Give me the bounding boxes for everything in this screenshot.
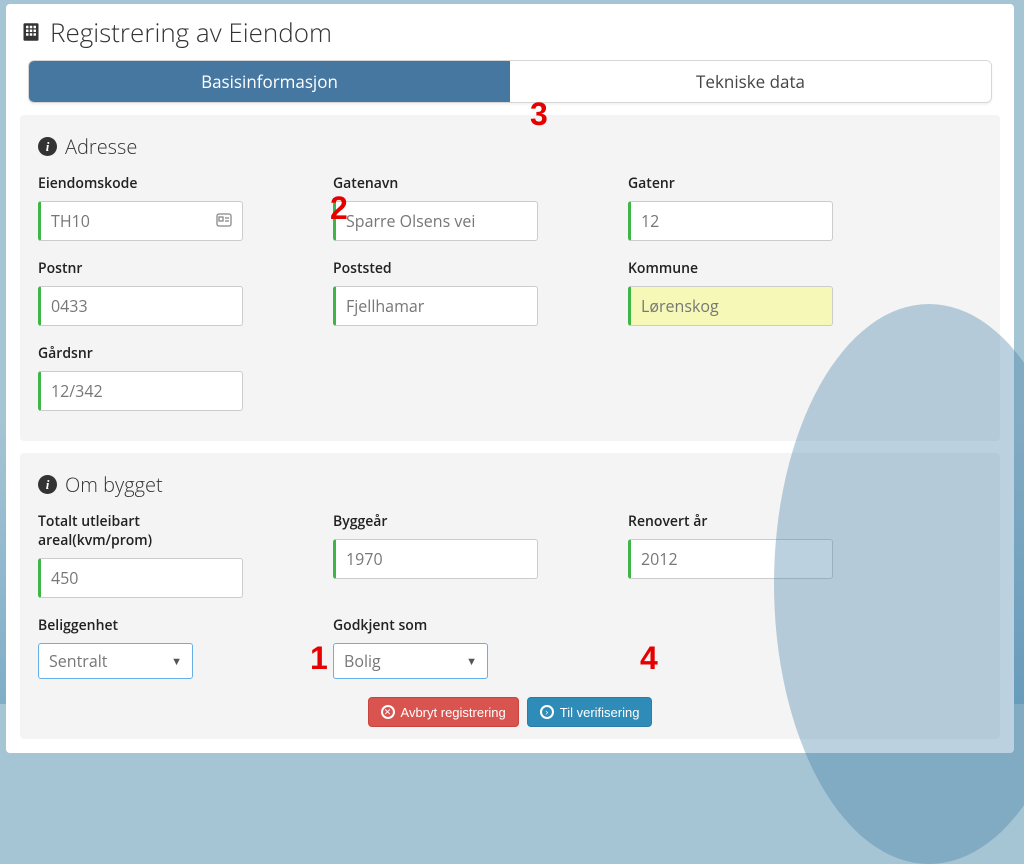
renovert-input[interactable]: 2012 <box>628 539 833 579</box>
tab-tekniske-data[interactable]: Tekniske data <box>510 61 991 102</box>
gatenr-label: Gatenr <box>628 174 833 193</box>
section-om-bygget: i Om bygget Totalt utleibart areal(kvm/p… <box>20 453 1000 739</box>
chevron-down-icon: ▼ <box>171 654 182 669</box>
poststed-label: Poststed <box>333 259 538 278</box>
section-adresse-title: i Adresse <box>38 133 982 160</box>
godkjent-label: Godkjent som <box>333 616 538 635</box>
renovert-label: Renovert år <box>628 512 833 531</box>
gardsnr-label: Gårdsnr <box>38 344 243 363</box>
postnr-input[interactable]: 0433 <box>38 286 243 326</box>
info-icon: i <box>38 137 57 156</box>
beliggenhet-select[interactable]: Sentralt ▼ <box>38 643 193 679</box>
tab-bar: Basisinformasjon Tekniske data <box>28 60 992 103</box>
eiendomskode-label: Eiendomskode <box>38 174 243 193</box>
areal-input[interactable]: 450 <box>38 558 243 598</box>
cancel-icon: ✕ <box>381 705 395 719</box>
byggear-input[interactable]: 1970 <box>333 539 538 579</box>
gatenr-input[interactable]: 12 <box>628 201 833 241</box>
kommune-input[interactable]: Lørenskog <box>628 286 833 326</box>
areal-label: Totalt utleibart areal(kvm/prom) <box>38 512 243 550</box>
section-bygg-title: i Om bygget <box>38 471 982 498</box>
gatenavn-label: Gatenavn <box>333 174 538 193</box>
page-title-text: Registrering av Eiendom <box>50 14 332 50</box>
card-icon <box>216 210 232 232</box>
poststed-input[interactable]: Fjellhamar <box>333 286 538 326</box>
godkjent-select[interactable]: Bolig ▼ <box>333 643 488 679</box>
byggear-label: Byggeår <box>333 512 538 531</box>
beliggenhet-label: Beliggenhet <box>38 616 243 635</box>
action-bar: ✕ Avbryt registrering › Til verifisering <box>38 697 982 727</box>
tab-basisinformasjon[interactable]: Basisinformasjon <box>29 61 510 102</box>
eiendomskode-input[interactable]: TH10 <box>38 201 243 241</box>
postnr-label: Postnr <box>38 259 243 278</box>
main-panel: Registrering av Eiendom Basisinformasjon… <box>6 4 1014 753</box>
gatenavn-input[interactable]: Sparre Olsens vei <box>333 201 538 241</box>
arrow-right-icon: › <box>540 705 554 719</box>
section-adresse: i Adresse Eiendomskode TH10 Gatenavn Spa… <box>20 115 1000 441</box>
kommune-label: Kommune <box>628 259 833 278</box>
cancel-button[interactable]: ✕ Avbryt registrering <box>368 697 519 727</box>
gardsnr-input[interactable]: 12/342 <box>38 371 243 411</box>
page-title: Registrering av Eiendom <box>20 14 1000 50</box>
next-button[interactable]: › Til verifisering <box>527 697 653 727</box>
info-icon: i <box>38 475 57 494</box>
building-icon <box>20 21 42 43</box>
chevron-down-icon: ▼ <box>466 654 477 669</box>
